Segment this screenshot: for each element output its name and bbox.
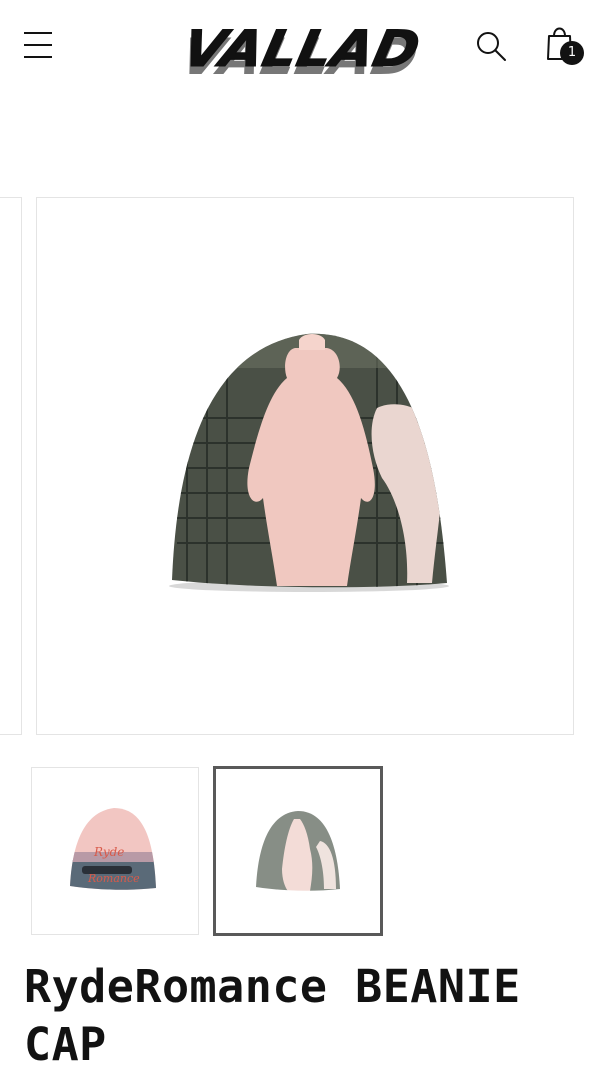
svg-text:Romance: Romance — [87, 872, 140, 885]
svg-text:VALLAD: VALLAD — [178, 20, 425, 78]
main-product-image[interactable] — [36, 197, 574, 735]
site-header: VALLAD VALLAD 1 — [0, 0, 599, 92]
hamburger-menu-icon[interactable] — [20, 28, 56, 62]
brand-logo[interactable]: VALLAD VALLAD — [170, 10, 430, 86]
product-title: RydeRomance BEANIE CAP — [24, 960, 521, 1071]
previous-product-image[interactable] — [0, 197, 22, 735]
thumbnail-ryde-romance[interactable]: Ryde Romance — [31, 767, 199, 935]
product-page: VALLAD VALLAD 1 Ryde Romance RydeRomance… — [0, 0, 599, 1080]
cart-button[interactable]: 1 — [538, 18, 588, 68]
svg-text:Ryde: Ryde — [93, 845, 124, 859]
thumbnail-madonna-statue-selected[interactable] — [213, 766, 383, 936]
cart-count-badge: 1 — [560, 41, 584, 65]
search-icon[interactable] — [472, 27, 510, 65]
